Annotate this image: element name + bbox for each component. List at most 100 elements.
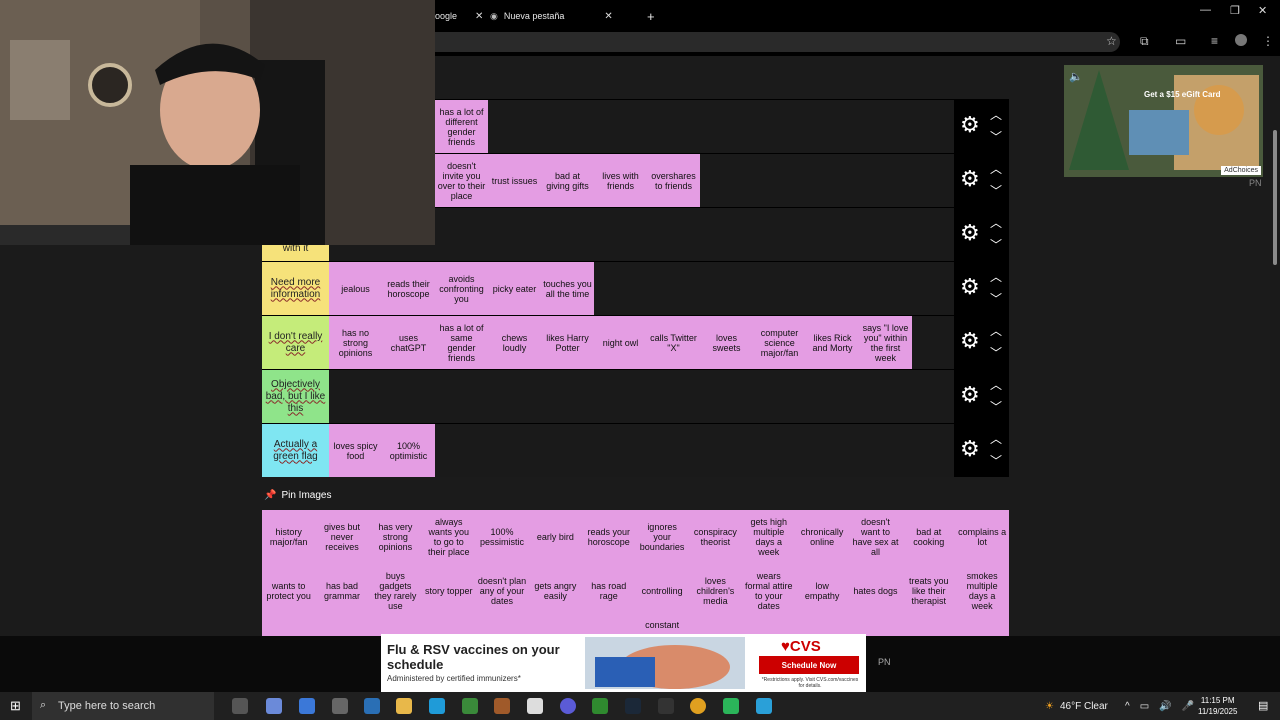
chevron-up-icon[interactable]: ︿ (990, 430, 1002, 447)
advertisement-bottom[interactable]: Flu & RSV vaccines on your schedule Admi… (381, 634, 866, 692)
pool-item[interactable]: complains a lot (955, 510, 1009, 564)
pool-item[interactable]: doesn't plan any of your dates (475, 564, 529, 618)
pool-item[interactable]: low empathy (795, 564, 849, 618)
pin-images-toggle[interactable]: 📌 Pin Images (264, 490, 331, 501)
url-field[interactable] (380, 32, 1120, 52)
tier-label[interactable]: I don't really care (262, 316, 329, 369)
pool-item[interactable]: gets angry easily (528, 564, 583, 618)
chevron-up-icon[interactable]: ︿ (990, 322, 1002, 339)
new-tab-button[interactable]: + (647, 4, 655, 28)
tier-item[interactable]: says "I love you" within the first week (859, 316, 912, 369)
pool-item[interactable]: has road rage (582, 564, 636, 618)
app-icon[interactable] (364, 698, 380, 714)
pool-item[interactable]: smokes multiple days a week (955, 564, 1009, 618)
steam-icon[interactable] (625, 698, 641, 714)
pool-item[interactable]: doesn't want to have sex at all (848, 510, 903, 564)
chrome-icon[interactable] (690, 698, 706, 714)
adchoices-badge[interactable]: AdChoices (1221, 166, 1261, 175)
tier-item[interactable]: trust issues (488, 154, 541, 207)
store-icon[interactable] (299, 698, 315, 714)
pool-item[interactable]: has very strong opinions (368, 510, 423, 564)
chevron-up-icon[interactable]: ︿ (990, 160, 1002, 177)
pool-item[interactable]: story topper (422, 564, 476, 618)
profile-avatar[interactable] (1235, 34, 1247, 46)
gear-icon[interactable]: ⚙ (960, 276, 980, 298)
tier-item[interactable]: night owl (594, 316, 647, 369)
tier-item[interactable]: bad at giving gifts (541, 154, 594, 207)
app-icon[interactable] (560, 698, 576, 714)
mute-icon[interactable]: 🔈 (1069, 70, 1083, 83)
chevron-down-icon[interactable]: ﹀ (990, 344, 1002, 361)
tier-item[interactable]: overshares to friends (647, 154, 700, 207)
pool-item[interactable]: conspiracy theorist (688, 510, 743, 564)
extensions-icon[interactable]: ⧉ (1140, 34, 1149, 49)
minimize-icon[interactable]: — (1200, 4, 1211, 16)
chevron-up-icon[interactable]: ︿ (990, 268, 1002, 285)
notifications-icon[interactable]: ▤ (1258, 699, 1268, 712)
pool-item[interactable]: treats you like their therapist (902, 564, 956, 618)
chevron-down-icon[interactable]: ﹀ (990, 452, 1002, 469)
pool-item[interactable]: always wants you to go to their place (422, 510, 476, 564)
pool-item[interactable]: has bad grammar (315, 564, 369, 618)
pool-item[interactable]: bad at cooking (902, 510, 956, 564)
tier-item[interactable]: chews loudly (488, 316, 541, 369)
copilot-icon[interactable] (266, 698, 282, 714)
pool-item[interactable]: hates dogs (848, 564, 903, 618)
mic-icon[interactable]: 🎤 (1182, 701, 1194, 712)
xbox-icon[interactable] (592, 698, 608, 714)
close-window-icon[interactable]: ✕ (1258, 4, 1267, 17)
chevron-down-icon[interactable]: ﹀ (990, 236, 1002, 253)
advertisement-right[interactable]: Get a $15 eGift Card 🔈 AdChoices (1064, 65, 1263, 177)
pool-item[interactable]: history major/fan (262, 510, 316, 564)
pool-item[interactable]: loves children's media (688, 564, 743, 618)
gear-icon[interactable]: ⚙ (960, 114, 980, 136)
tier-item[interactable]: calls Twitter "X" (647, 316, 700, 369)
browser-tab-google[interactable]: oogle ✕ (435, 4, 483, 28)
gear-icon[interactable]: ⚙ (960, 168, 980, 190)
tier-item[interactable]: doesn't invite you over to their place (435, 154, 488, 207)
app-icon[interactable] (756, 698, 772, 714)
tier-item[interactable]: has no strong opinions (329, 316, 382, 369)
bookmark-star-icon[interactable]: ☆ (1106, 34, 1117, 48)
chevron-down-icon[interactable]: ﹀ (990, 398, 1002, 415)
tier-item[interactable]: has a lot of same gender friends (435, 316, 488, 369)
chevron-down-icon[interactable]: ﹀ (990, 290, 1002, 307)
tier-item[interactable]: lives with friends (594, 154, 647, 207)
restore-icon[interactable]: ❐ (1230, 4, 1240, 17)
tier-item[interactable]: uses chatGPT (382, 316, 435, 369)
pool-item[interactable]: chronically online (795, 510, 849, 564)
browser-tab-new[interactable]: ◉ Nueva pestaña ✕ (490, 4, 640, 28)
tier-item[interactable]: reads their horoscope (382, 262, 435, 315)
volume-icon[interactable]: 🔊 (1159, 701, 1171, 712)
tier-item[interactable]: computer science major/fan (753, 316, 806, 369)
gear-icon[interactable]: ⚙ (960, 384, 980, 406)
chevron-up-icon[interactable]: ︿ (990, 214, 1002, 231)
chevron-up-icon[interactable]: ^ (1125, 701, 1130, 712)
media-icon[interactable]: ≡ (1211, 34, 1218, 48)
tier-label[interactable]: Need more information (262, 262, 329, 315)
gear-icon[interactable]: ⚙ (960, 330, 980, 352)
network-icon[interactable]: ▭ (1140, 701, 1149, 712)
tier-item[interactable]: jealous (329, 262, 382, 315)
pool-item[interactable]: early bird (528, 510, 583, 564)
pool-item[interactable]: reads your horoscope (582, 510, 636, 564)
chevron-up-icon[interactable]: ︿ (990, 106, 1002, 123)
pool-item[interactable]: gets high multiple days a week (742, 510, 796, 564)
pool-item[interactable]: controlling (635, 564, 689, 618)
close-tab-icon[interactable]: ✕ (604, 11, 612, 22)
tier-item[interactable]: 100% optimistic (382, 424, 435, 477)
taskbar-clock[interactable]: 11:15 PM 11/19/2025 (1198, 695, 1237, 717)
edge-icon[interactable] (429, 698, 445, 714)
pool-item[interactable]: wears formal attire to your dates (742, 564, 796, 618)
app-icon[interactable] (332, 698, 348, 714)
app-icon[interactable] (494, 698, 510, 714)
tier-item[interactable]: touches you all the time (541, 262, 594, 315)
app-icon[interactable] (723, 698, 739, 714)
close-tab-icon[interactable]: ✕ (475, 11, 483, 22)
pool-item[interactable]: gives but never receives (315, 510, 369, 564)
file-explorer-icon[interactable] (396, 698, 412, 714)
weather-widget[interactable]: ☀ 46°F Clear (1045, 692, 1108, 720)
chevron-down-icon[interactable]: ﹀ (990, 182, 1002, 199)
tier-item[interactable]: has a lot of different gender friends (435, 100, 488, 153)
gear-icon[interactable]: ⚙ (960, 222, 980, 244)
